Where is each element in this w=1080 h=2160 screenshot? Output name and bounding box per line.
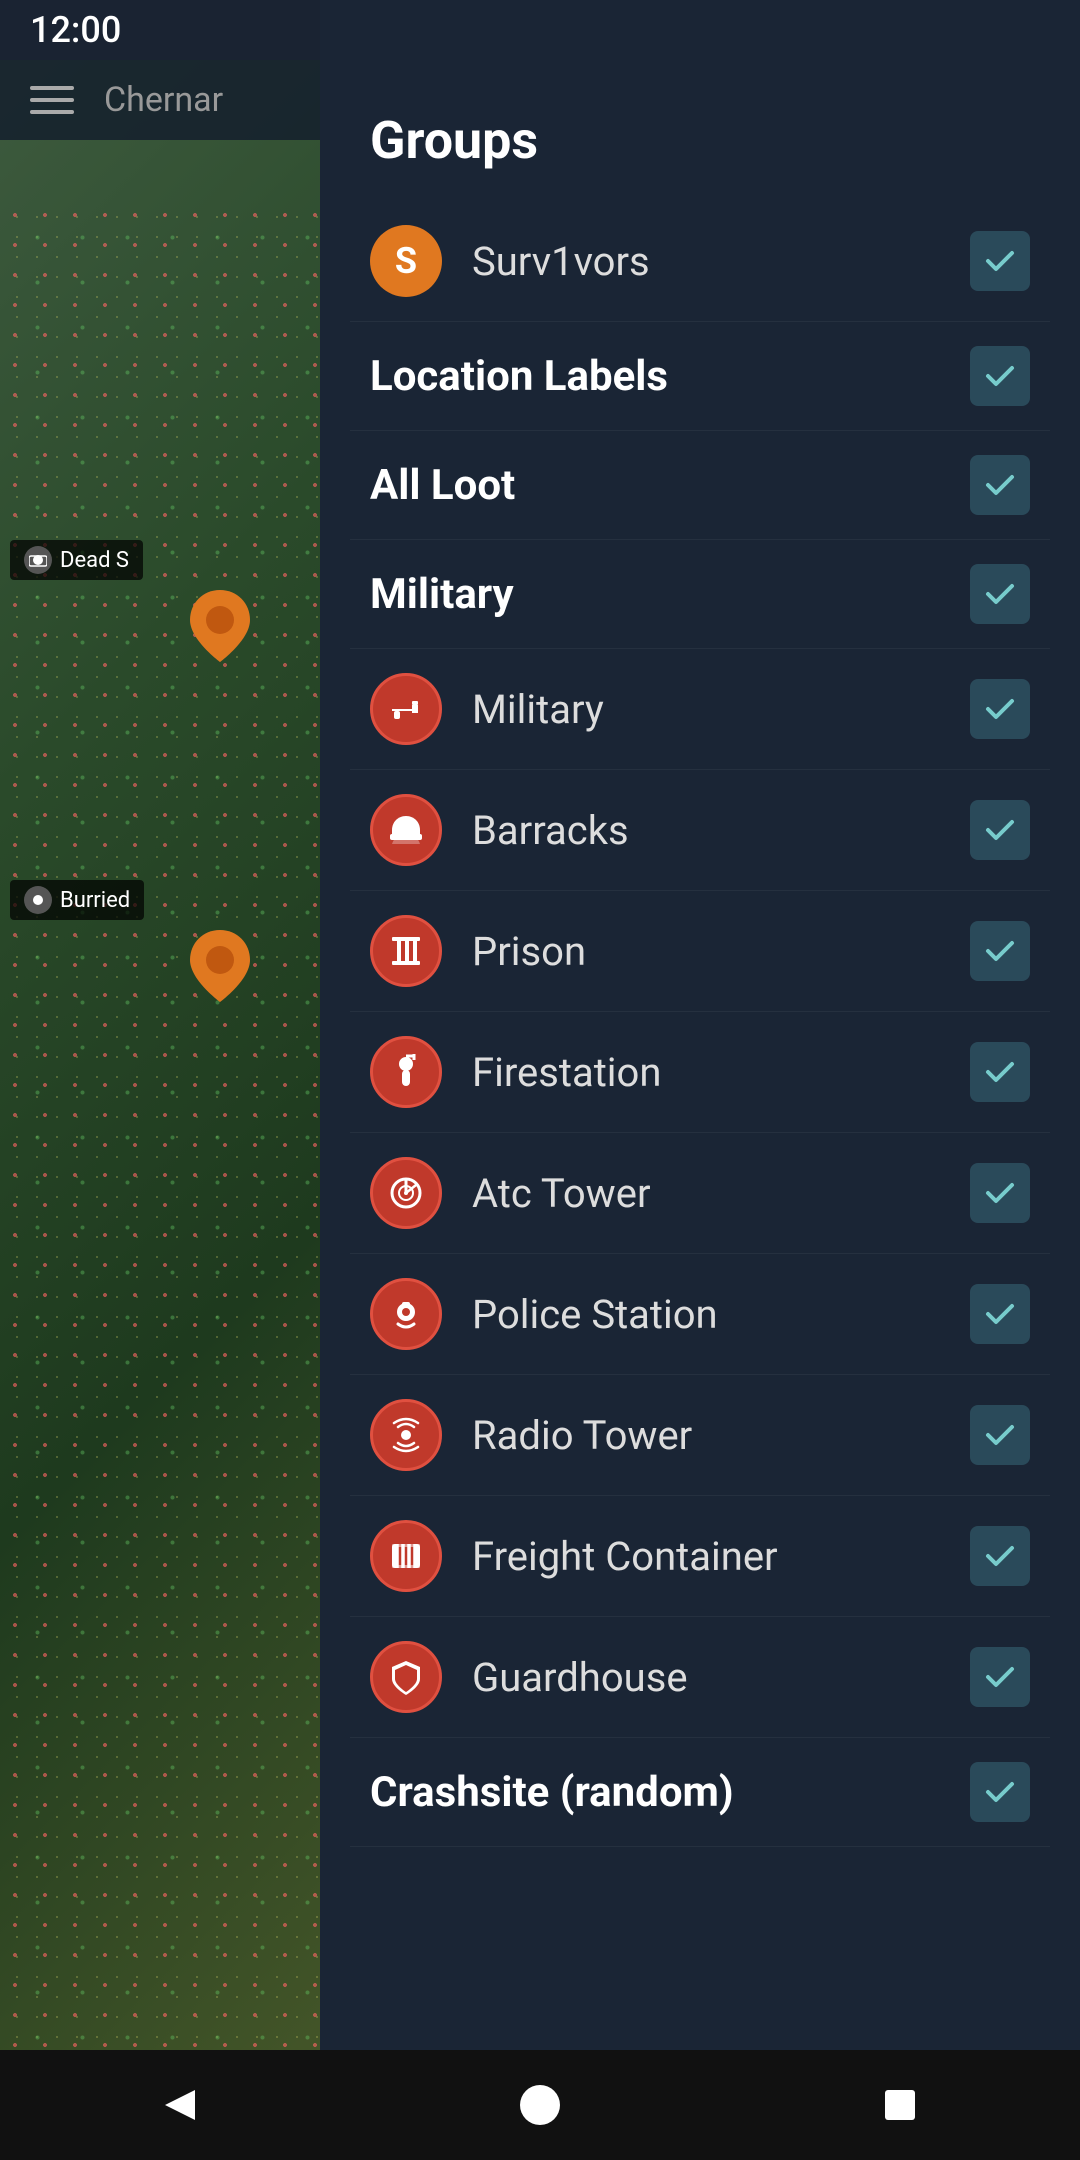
checkbox-radiotower[interactable] [970,1405,1030,1465]
item-label-barracks: Barracks [472,807,970,854]
list-item[interactable]: Atc Tower [350,1133,1050,1254]
checkbox-survivors[interactable] [970,231,1030,291]
fire-icon [370,1036,442,1108]
list-item[interactable]: S Surv1vors [350,201,1050,322]
item-label-firestation: Firestation [472,1049,970,1096]
map-label-dead: Dead S [10,540,143,580]
item-label-freight: Freight Container [472,1533,970,1580]
item-label-military: Military [472,686,970,733]
recent-button[interactable] [860,2065,940,2145]
list-item[interactable]: Firestation [350,1012,1050,1133]
list-item[interactable]: Radio Tower [350,1375,1050,1496]
checkbox-atctower[interactable] [970,1163,1030,1223]
item-label-atctower: Atc Tower [472,1170,970,1217]
navigation-bar [0,2050,1080,2160]
list-item[interactable]: Prison [350,891,1050,1012]
barracks-icon [370,794,442,866]
back-button[interactable] [140,2065,220,2145]
home-button[interactable] [500,2065,580,2145]
radio-icon [370,1399,442,1471]
item-label-guardhouse: Guardhouse [472,1654,970,1701]
list-item[interactable]: Barracks [350,770,1050,891]
gun-icon [370,673,442,745]
checkbox-barracks[interactable] [970,800,1030,860]
list-item[interactable]: Police Station [350,1254,1050,1375]
item-label-allloot: All Loot [370,461,970,510]
checkbox-guardhouse[interactable] [970,1647,1030,1707]
checkbox-firestation[interactable] [970,1042,1030,1102]
prison-icon [370,915,442,987]
map-title: Chernar [104,80,223,120]
atc-icon [370,1157,442,1229]
list-item[interactable]: Military [350,649,1050,770]
checkbox-military-section[interactable] [970,564,1030,624]
hamburger-button[interactable] [30,86,74,114]
guard-icon [370,1641,442,1713]
map-content [0,60,370,2160]
map-panel: Chernar Dead S Burried [0,0,370,2160]
drawer-header: Groups [320,60,1080,201]
dead-label-text: Dead S [60,548,129,573]
list-item[interactable]: All Loot [350,431,1050,540]
checkbox-location[interactable] [970,346,1030,406]
buried-label-text: Burried [60,888,130,913]
list-item[interactable]: Crashsite (random) [350,1738,1050,1847]
item-label-crashsite: Crashsite (random) [370,1768,970,1817]
freight-icon [370,1520,442,1592]
map-pin-2 [190,930,250,1002]
checkbox-freight[interactable] [970,1526,1030,1586]
map-dots [0,200,370,2100]
list-item[interactable]: Guardhouse [350,1617,1050,1738]
groups-list: S Surv1vors Location Labels All Loot [320,201,1080,1847]
item-label-radiotower: Radio Tower [472,1412,970,1459]
item-label-prison: Prison [472,928,970,975]
checkbox-military[interactable] [970,679,1030,739]
map-toolbar: Chernar [0,60,370,140]
avatar-s: S [370,225,442,297]
status-time: 12:00 [30,9,121,51]
checkbox-allloot[interactable] [970,455,1030,515]
camera-icon-2 [24,886,52,914]
camera-icon [24,546,52,574]
map-label-buried: Burried [10,880,144,920]
checkbox-crashsite[interactable] [970,1762,1030,1822]
item-label-military-section: Military [370,570,970,619]
list-item[interactable]: Freight Container [350,1496,1050,1617]
drawer-title: Groups [370,110,538,171]
item-label-policestation: Police Station [472,1291,970,1338]
checkbox-policestation[interactable] [970,1284,1030,1344]
map-pin-1 [190,590,250,662]
item-label-location: Location Labels [370,352,970,401]
item-label-survivors: Surv1vors [472,238,970,285]
police-icon [370,1278,442,1350]
list-item[interactable]: Military [350,540,1050,649]
drawer-panel: Groups S Surv1vors Location Labels All L [320,0,1080,2160]
checkbox-prison[interactable] [970,921,1030,981]
list-item[interactable]: Location Labels [350,322,1050,431]
